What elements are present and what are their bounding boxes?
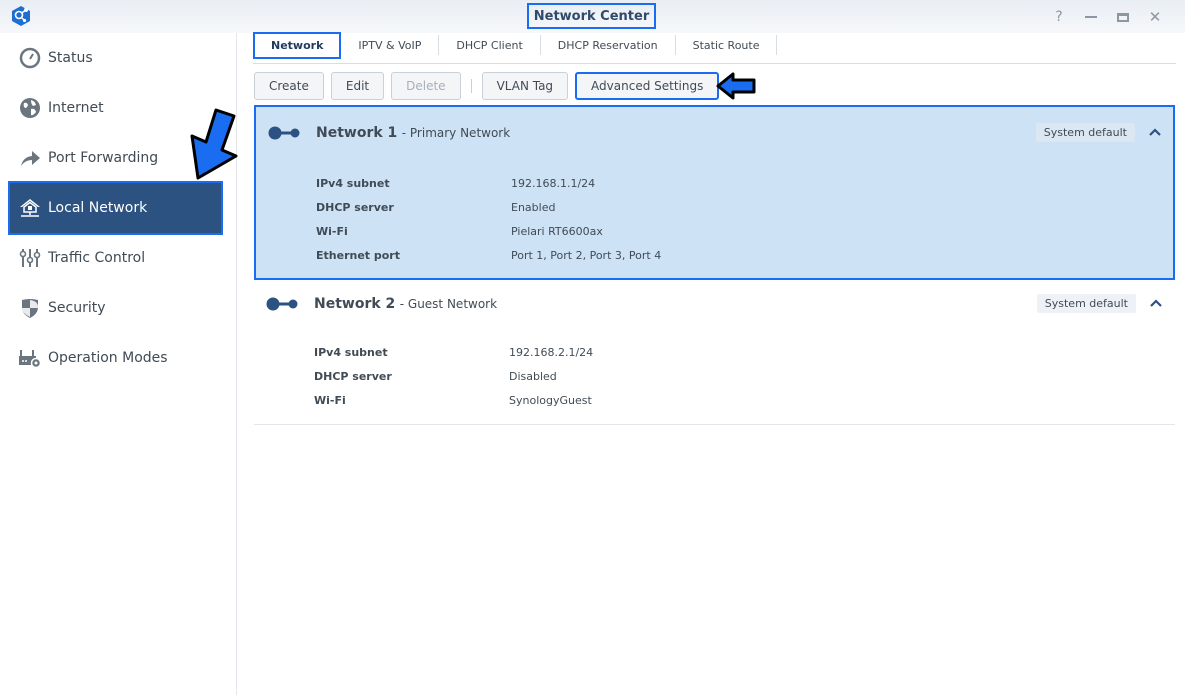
network-card-header: Network 1 - Primary Network System defau…: [256, 107, 1173, 159]
detail-value: 192.168.2.1/24: [509, 345, 594, 359]
window-title: Network Center: [527, 3, 656, 29]
toolbar: Create Edit Delete VLAN Tag Advanced Set…: [254, 72, 726, 100]
help-button[interactable]: ?: [1043, 7, 1075, 27]
sidebar-item-label: Operation Modes: [48, 350, 168, 366]
gauge-icon: [18, 46, 42, 70]
sidebar-item-label: Port Forwarding: [48, 150, 159, 166]
detail-value: Disabled: [509, 369, 557, 383]
network-card-1[interactable]: Network 1 - Primary Network System defau…: [254, 105, 1175, 280]
sidebar-item-traffic-control[interactable]: Traffic Control: [8, 233, 223, 283]
tab-static-route[interactable]: Static Route: [676, 35, 778, 55]
minimize-icon: [1085, 16, 1097, 18]
network-title: Network 2 - Guest Network: [314, 296, 497, 312]
chevron-up-icon: [1150, 299, 1162, 307]
create-button[interactable]: Create: [254, 72, 324, 100]
tab-network[interactable]: Network: [253, 31, 342, 59]
detail-value: Enabled: [511, 200, 556, 214]
detail-key: DHCP server: [316, 200, 394, 214]
detail-key: Wi-Fi: [316, 224, 348, 238]
sidebar-item-label: Internet: [48, 100, 104, 116]
collapse-button[interactable]: [1145, 122, 1165, 142]
collapse-button[interactable]: [1146, 293, 1166, 313]
detail-row: DHCP server Enabled: [316, 195, 661, 219]
detail-key: IPv4 subnet: [314, 345, 388, 359]
system-default-badge: System default: [1036, 294, 1136, 313]
network-subtitle: - Guest Network: [399, 297, 498, 311]
sliders-icon: [18, 246, 42, 270]
tab-bar: Network IPTV & VoIP DHCP Client DHCP Res…: [253, 31, 778, 59]
router-gear-icon: [18, 346, 42, 370]
tab-iptv-voip[interactable]: IPTV & VoIP: [341, 35, 440, 55]
forward-arrow-icon: [18, 146, 42, 170]
maximize-button[interactable]: [1107, 7, 1139, 27]
title-bar: Network Center ? ✕: [0, 0, 1185, 33]
detail-row: DHCP server Disabled: [314, 364, 593, 388]
network-connection-icon: [266, 297, 298, 311]
globe-icon: [18, 96, 42, 120]
sidebar-item-security[interactable]: Security: [8, 283, 223, 333]
detail-row: Wi-Fi Pielari RT6600ax: [316, 219, 661, 243]
home-network-icon: [18, 196, 42, 220]
sidebar-item-label: Local Network: [48, 200, 148, 216]
network-card-2[interactable]: Network 2 - Guest Network System default…: [254, 280, 1175, 425]
sidebar-item-label: Traffic Control: [48, 250, 146, 266]
network-card-header: Network 2 - Guest Network System default: [254, 280, 1175, 332]
network-title: Network 1 - Primary Network: [316, 125, 510, 141]
sidebar-item-label: Security: [48, 300, 106, 316]
sidebar-item-label: Status: [48, 50, 93, 66]
network-details: IPv4 subnet 192.168.1.1/24 DHCP server Ena…: [316, 171, 661, 267]
detail-key: IPv4 subnet: [316, 176, 390, 190]
delete-button[interactable]: Delete: [391, 72, 461, 100]
advanced-settings-button[interactable]: Advanced Settings: [575, 72, 720, 100]
edit-button[interactable]: Edit: [330, 72, 385, 100]
detail-value: Port 1, Port 2, Port 3, Port 4: [511, 248, 662, 262]
detail-value: SynologyGuest: [509, 393, 592, 407]
shield-icon: [18, 296, 42, 320]
detail-value: Pielari RT6600ax: [511, 224, 603, 238]
tab-divider: [253, 63, 1176, 64]
network-name: Network 2: [314, 296, 396, 312]
tab-dhcp-client[interactable]: DHCP Client: [439, 35, 541, 55]
network-subtitle: - Primary Network: [401, 126, 511, 140]
sidebar-item-status[interactable]: Status: [8, 33, 223, 83]
detail-row: Ethernet port Port 1, Port 2, Port 3, Por…: [316, 243, 661, 267]
detail-row: Wi-Fi SynologyGuest: [314, 388, 593, 412]
close-button[interactable]: ✕: [1139, 7, 1171, 27]
annotation-arrow-left-icon: [716, 72, 756, 100]
tab-dhcp-reservation[interactable]: DHCP Reservation: [541, 35, 676, 55]
help-icon: ?: [1055, 9, 1063, 25]
detail-row: IPv4 subnet 192.168.1.1/24: [316, 171, 661, 195]
sidebar-item-local-network[interactable]: Local Network: [8, 181, 223, 235]
network-connection-icon: [268, 126, 300, 140]
network-center-app-icon: [12, 6, 30, 26]
detail-row: IPv4 subnet 192.168.2.1/24: [314, 340, 593, 364]
sidebar-item-operation-modes[interactable]: Operation Modes: [8, 333, 223, 383]
toolbar-separator: [470, 79, 472, 93]
chevron-up-icon: [1149, 128, 1161, 136]
annotation-arrow-down-left-icon: [190, 108, 238, 180]
system-default-badge: System default: [1035, 123, 1135, 142]
close-icon: ✕: [1148, 8, 1162, 26]
detail-key: Wi-Fi: [314, 393, 346, 407]
network-details: IPv4 subnet 192.168.2.1/24 DHCP server Dis…: [314, 340, 593, 412]
detail-value: 192.168.1.1/24: [511, 176, 596, 190]
minimize-button[interactable]: [1075, 7, 1107, 27]
vlan-tag-button[interactable]: VLAN Tag: [481, 72, 569, 100]
detail-key: Ethernet port: [316, 248, 400, 262]
maximize-icon: [1117, 12, 1129, 22]
network-name: Network 1: [316, 125, 398, 141]
detail-key: DHCP server: [314, 369, 392, 383]
